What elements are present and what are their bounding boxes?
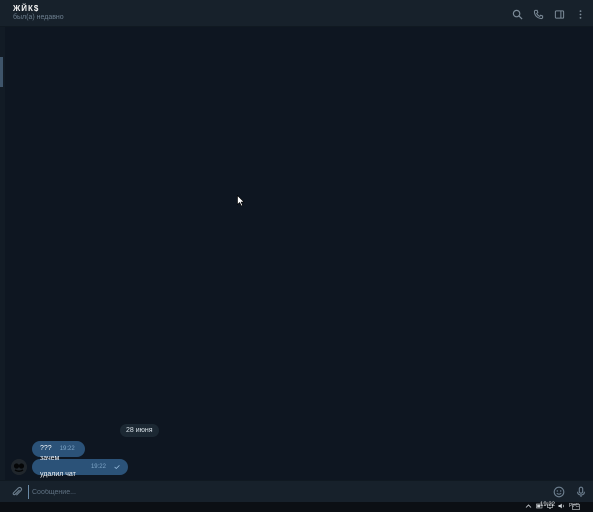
message-text: зачем удалил чат: [40, 455, 76, 478]
telegram-window: ЖЙК$ был(а) недавно 28 июня ??? 19:22 за…: [0, 0, 593, 512]
os-taskbar: РУС 19:22: [0, 502, 593, 512]
notification-icon[interactable]: [572, 504, 580, 510]
mic-icon[interactable]: [575, 486, 587, 498]
chevron-up-icon[interactable]: [525, 503, 532, 509]
search-icon[interactable]: [511, 8, 524, 21]
attach-icon[interactable]: [11, 486, 23, 498]
active-indicator: [0, 57, 3, 87]
phone-icon[interactable]: [532, 8, 545, 21]
chat-status: был(а) недавно: [13, 14, 64, 21]
avatar[interactable]: [11, 459, 27, 475]
message-input[interactable]: [28, 485, 528, 499]
message-area[interactable]: 28 июня ??? 19:22 зачем удалил чат 19:22: [5, 27, 593, 480]
volume-icon[interactable]: [558, 503, 565, 509]
chat-title[interactable]: ЖЙК$: [13, 4, 39, 13]
chat-header: ЖЙК$ был(а) недавно: [0, 0, 593, 27]
taskbar-clock[interactable]: 19:22: [540, 502, 555, 508]
message-composer: [0, 480, 593, 502]
mouse-cursor-icon: [237, 195, 245, 207]
message-time: 19:22: [90, 464, 106, 470]
emoji-icon[interactable]: [553, 486, 565, 498]
date-separator: 28 июня: [120, 424, 159, 437]
more-icon[interactable]: [574, 8, 587, 21]
sidebar-icon[interactable]: [553, 8, 566, 21]
check-icon: [114, 465, 120, 470]
header-actions: [511, 7, 587, 21]
message-bubble[interactable]: зачем удалил чат 19:22: [32, 455, 128, 478]
